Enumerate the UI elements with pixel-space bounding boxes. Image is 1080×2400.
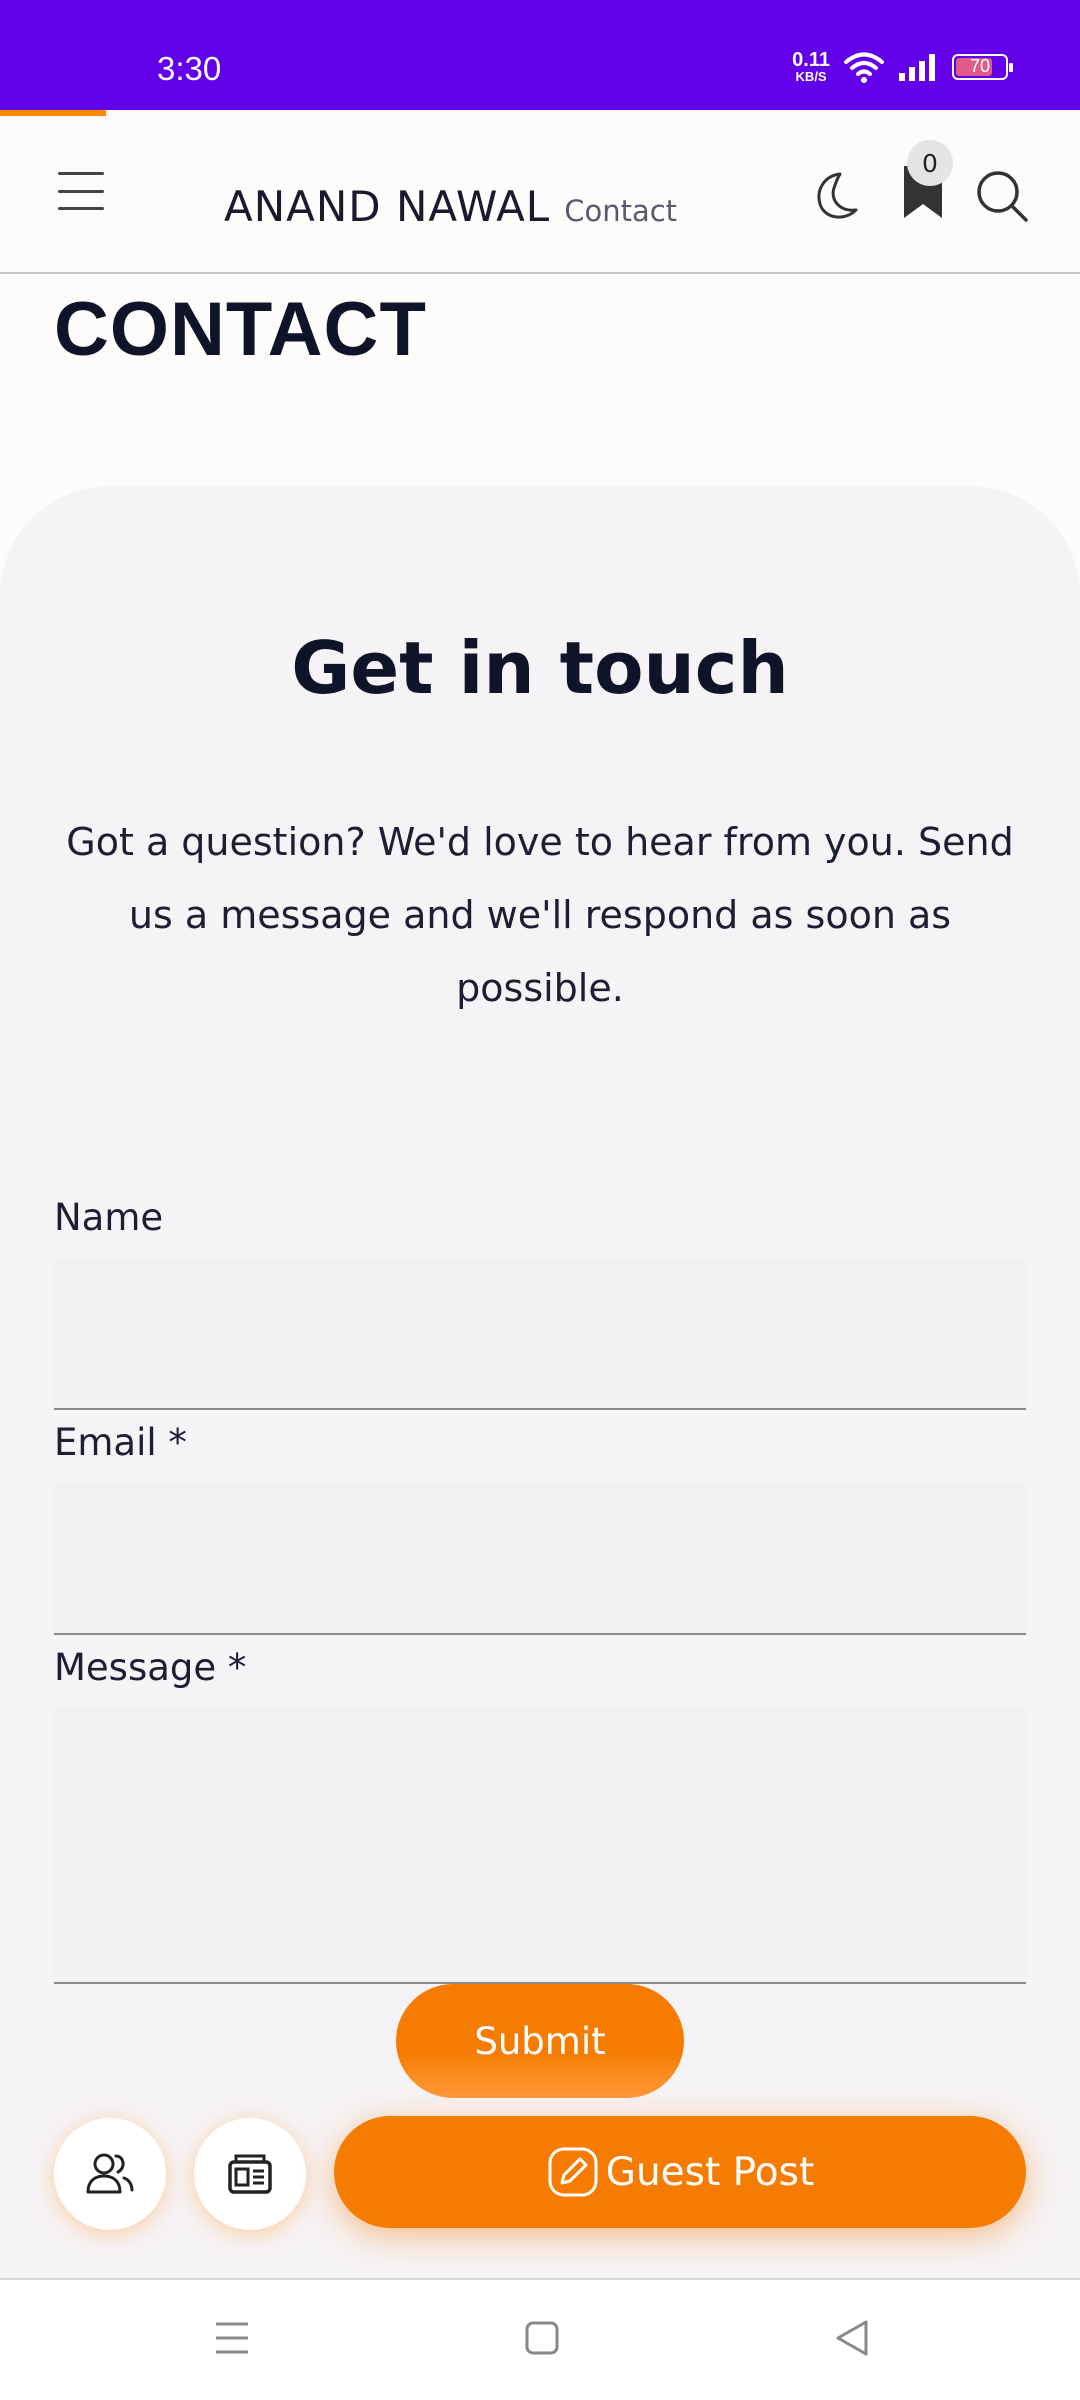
submit-button[interactable]: Submit [396, 1984, 684, 2098]
moon-icon[interactable] [810, 168, 866, 224]
users-icon [86, 2153, 134, 2194]
news-icon [228, 2154, 272, 2194]
guest-post-button[interactable]: Guest Post [334, 2116, 1026, 2228]
brand-title: ANAND NAWAL [224, 182, 551, 231]
search-icon[interactable] [970, 164, 1032, 226]
message-label: Message * [54, 1646, 247, 1689]
battery-level: 70 [969, 56, 991, 76]
wifi-icon [844, 52, 884, 83]
brand[interactable]: ANAND NAWAL Contact [224, 182, 677, 231]
network-speed: 0.11 KB/S [792, 50, 830, 83]
status-icons: 0.11 KB/S 70 [792, 50, 1013, 83]
bookmark-count-badge: 0 [907, 140, 953, 186]
name-label: Name [54, 1196, 164, 1239]
news-button[interactable] [194, 2118, 306, 2230]
system-nav-bar [0, 2278, 1080, 2400]
recents-icon[interactable] [214, 2318, 250, 2358]
site-header: ANAND NAWAL Contact 0 [0, 116, 1080, 274]
status-time: 3:30 [157, 50, 222, 87]
name-field[interactable] [54, 1258, 1026, 1410]
page-title: CONTACT [54, 287, 427, 372]
network-speed-value: 0.11 [792, 49, 830, 71]
back-icon[interactable] [834, 2318, 870, 2358]
contact-heading: Get in touch [291, 626, 789, 710]
message-field[interactable] [54, 1708, 1026, 1984]
menu-icon[interactable] [58, 172, 104, 210]
status-bar: 3:30 0.11 KB/S 70 [0, 0, 1080, 110]
battery-indicator: 70 [952, 53, 1013, 80]
edit-icon [548, 2147, 598, 2197]
users-button[interactable] [54, 2118, 166, 2230]
contact-intro-text: Got a question? We'd love to hear from y… [66, 820, 1014, 1010]
brand-subtitle: Contact [564, 194, 678, 228]
guest-post-label: Guest Post [605, 2149, 815, 2195]
email-label: Email * [54, 1421, 187, 1464]
network-speed-unit: KB/S [795, 69, 827, 84]
home-icon[interactable] [524, 2318, 560, 2358]
email-field[interactable] [54, 1483, 1026, 1635]
signal-icon [899, 53, 935, 81]
